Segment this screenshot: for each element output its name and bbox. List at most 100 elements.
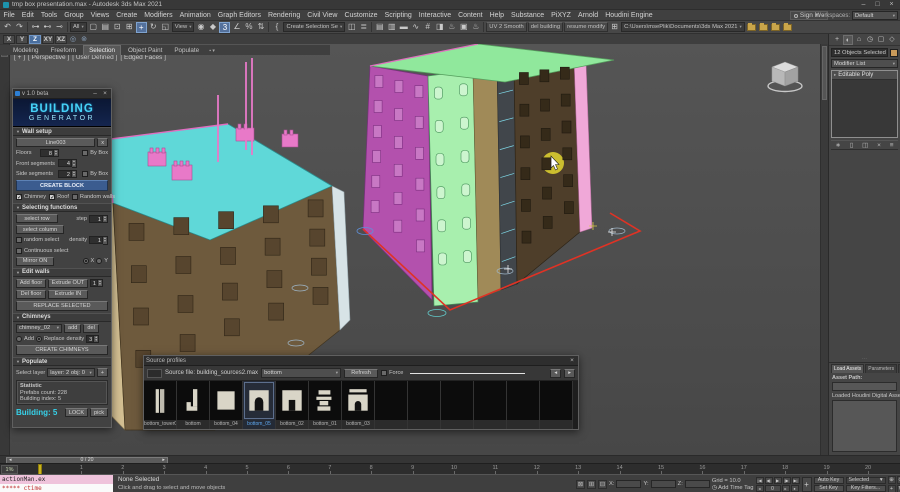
layer-explorer-icon[interactable]: ▥ [386, 22, 397, 33]
menu-tools[interactable]: Tools [37, 12, 60, 19]
create-block-button[interactable]: CREATE BLOCK [16, 180, 108, 192]
key-mode-toggle-icon[interactable]: ● [790, 484, 799, 492]
next-frame-icon[interactable]: |▶ [782, 476, 791, 484]
vertex-gizmo[interactable] [427, 309, 447, 317]
folder-icon-1[interactable] [746, 22, 756, 31]
force-checkbox[interactable]: Force [381, 370, 403, 376]
reference-coordinate-dropdown[interactable]: View ▾ [171, 22, 195, 32]
configure-modifier-sets-icon[interactable]: ≡ [890, 142, 894, 149]
menu-scripting[interactable]: Scripting [381, 12, 415, 19]
ribbon-more-icon[interactable]: ▪ ▾ [206, 47, 218, 55]
snaps-toggle-icon[interactable]: 3 [219, 21, 231, 33]
grid-pair-icon[interactable]: ⊞ [609, 22, 620, 33]
previous-frame-icon[interactable]: ◀| [764, 476, 773, 484]
stack-item-editable-poly[interactable]: ▸ Editable Poly [832, 71, 897, 80]
project-folder-dropdown[interactable]: C:\Users\msePlik\Documents\3ds Max 2021 ▾ [621, 22, 745, 32]
mirror-y-radio[interactable]: Y [96, 258, 108, 265]
select-by-name-icon[interactable]: ▤ [100, 22, 111, 33]
select-density-spinner[interactable]: 1 ▲ ▼ [89, 236, 108, 245]
rollout-chimneys[interactable]: ▼ Chimneys [13, 312, 111, 322]
modify-tab-icon[interactable]: ◐ [843, 34, 853, 45]
selection-set-dropdown[interactable]: Selected ▾ [845, 476, 886, 484]
loaded-assets-list[interactable] [832, 400, 897, 452]
set-key-button[interactable]: Set Key [813, 484, 844, 492]
menu-arnold[interactable]: Arnold [574, 12, 601, 19]
random-select-checkbox[interactable]: random select [16, 237, 59, 244]
del-floor-button[interactable]: Del floor [16, 289, 46, 299]
by-box-checkbox-2[interactable]: By Box [82, 171, 108, 178]
pan-icon[interactable]: + [887, 484, 896, 492]
rollout-populate[interactable]: ▼ Populate [13, 357, 111, 367]
next-page-button[interactable]: ▸ [564, 368, 575, 378]
menu-content[interactable]: Content [455, 12, 487, 19]
rectangular-selection-icon[interactable]: ⊡ [112, 22, 123, 33]
viewport-scrollbar[interactable] [820, 44, 828, 455]
ribbon-tab-populate[interactable]: Populate [169, 46, 204, 55]
object-name-field[interactable]: 12 Objects Selected [831, 48, 888, 57]
select-and-rotate-icon[interactable]: ↻ [148, 22, 159, 33]
ribbon-tab-object-paint[interactable]: Object Paint [123, 46, 167, 55]
menu-modifiers[interactable]: Modifiers [141, 12, 176, 19]
close-icon[interactable]: × [568, 357, 576, 364]
del-building-button[interactable]: del building [527, 22, 564, 32]
viewport-layout-tabs[interactable] [0, 44, 10, 455]
menu-houdini-engine[interactable]: Houdini Engine [602, 12, 656, 19]
absolute-mode-icon[interactable]: ⊞ [587, 479, 596, 489]
viewport-label-part-1[interactable]: [ Perspective ] [28, 54, 69, 61]
select-and-scale-icon[interactable]: ◱ [160, 22, 171, 33]
z-coordinate-field[interactable] [684, 480, 710, 488]
window-crossing-icon[interactable]: ⊞ [124, 22, 135, 33]
uv2smooth-button[interactable]: UV 2 Smooth [486, 22, 527, 32]
axis-constraint-xy[interactable]: XY [42, 34, 54, 44]
pin-stack-icon[interactable]: ∗ [835, 141, 840, 149]
minimize-icon[interactable]: – [91, 90, 99, 97]
profile-thumb-bottom-01[interactable]: bottom_01 [309, 381, 342, 429]
select-object-icon[interactable]: ▢ [88, 22, 99, 33]
menu-help[interactable]: Help [486, 12, 507, 19]
viewport-label-part-3[interactable]: [ Edged Faces ] [120, 54, 166, 61]
houdini-tab-load-assets[interactable]: Load Assets [831, 364, 865, 373]
viewport-label-part-2[interactable]: [ User Defined ] [72, 54, 117, 61]
create-chimneys-button[interactable]: CREATE CHIMNEYS [16, 345, 108, 356]
zoom-all-icon[interactable]: ⊙ [896, 475, 900, 484]
rendered-frame-icon[interactable]: ▣ [458, 22, 469, 33]
extrude-out-button[interactable]: Extrude OUT [48, 278, 88, 288]
ribbon-tab-selection[interactable]: Selection [83, 45, 122, 55]
ribbon-tab-modeling[interactable]: Modeling [8, 46, 44, 55]
step-spinner[interactable]: 1 ▲ ▼ [89, 214, 108, 223]
remove-modifier-icon[interactable]: × [877, 142, 881, 149]
maxscript-mini-listener[interactable]: actionMan.ex ***** ctime [0, 475, 113, 492]
spinner-snap-icon[interactable]: ⇅ [255, 22, 266, 33]
extrude-spinner[interactable]: 1 ▲ ▼ [90, 278, 103, 288]
mirror-x-radio[interactable]: X [82, 258, 94, 265]
roof-checkbox[interactable]: Roof [49, 194, 69, 201]
go-to-start-icon[interactable]: |◀ [755, 476, 764, 484]
menu-rendering[interactable]: Rendering [264, 12, 303, 19]
undo-icon[interactable]: ↶ [2, 22, 13, 33]
menu-customize[interactable]: Customize [341, 12, 381, 19]
viewport-label-part-0[interactable]: [ + ] [14, 54, 25, 61]
make-unique-icon[interactable]: ◫ [862, 141, 868, 149]
profile-category-dropdown[interactable]: bottom ▾ [261, 368, 342, 378]
schematic-view-icon[interactable]: # [422, 22, 433, 33]
snap-ring-icon[interactable]: ◎ [68, 35, 78, 43]
continuous-select-checkbox[interactable]: Continuous select [16, 247, 68, 254]
select-and-manipulate-icon[interactable]: ◆ [207, 22, 218, 33]
extrude-in-button[interactable]: Extrude IN [48, 289, 88, 299]
render-setup-icon[interactable]: ♨ [446, 22, 457, 33]
prev-page-button[interactable]: ◂ [550, 368, 562, 378]
render-production-icon[interactable]: ♨ [470, 22, 481, 33]
axis-constraint-y[interactable]: Y [16, 34, 28, 44]
mirror-icon[interactable]: ◫ [346, 22, 357, 33]
layer-plus-button[interactable]: + [96, 368, 108, 378]
minimize-icon[interactable]: – [858, 1, 869, 8]
hierarchy-tab-icon[interactable]: ⌂ [854, 35, 864, 45]
menu-pixyz[interactable]: PiXYZ [548, 12, 575, 19]
chimney-add-button[interactable]: add [64, 323, 82, 333]
time-slider-track[interactable]: ◂ 0 / 20 ▸ [0, 455, 900, 464]
track-bar[interactable]: 1% 01234567891011121314151617181920 [0, 463, 900, 475]
folder-icon-2[interactable] [758, 22, 768, 31]
axis-constraint-xz[interactable]: XZ [55, 34, 67, 44]
set-keys-button[interactable]: + [801, 476, 812, 492]
chimney-density-spinner[interactable]: 3 ▲ ▼ [86, 334, 100, 344]
